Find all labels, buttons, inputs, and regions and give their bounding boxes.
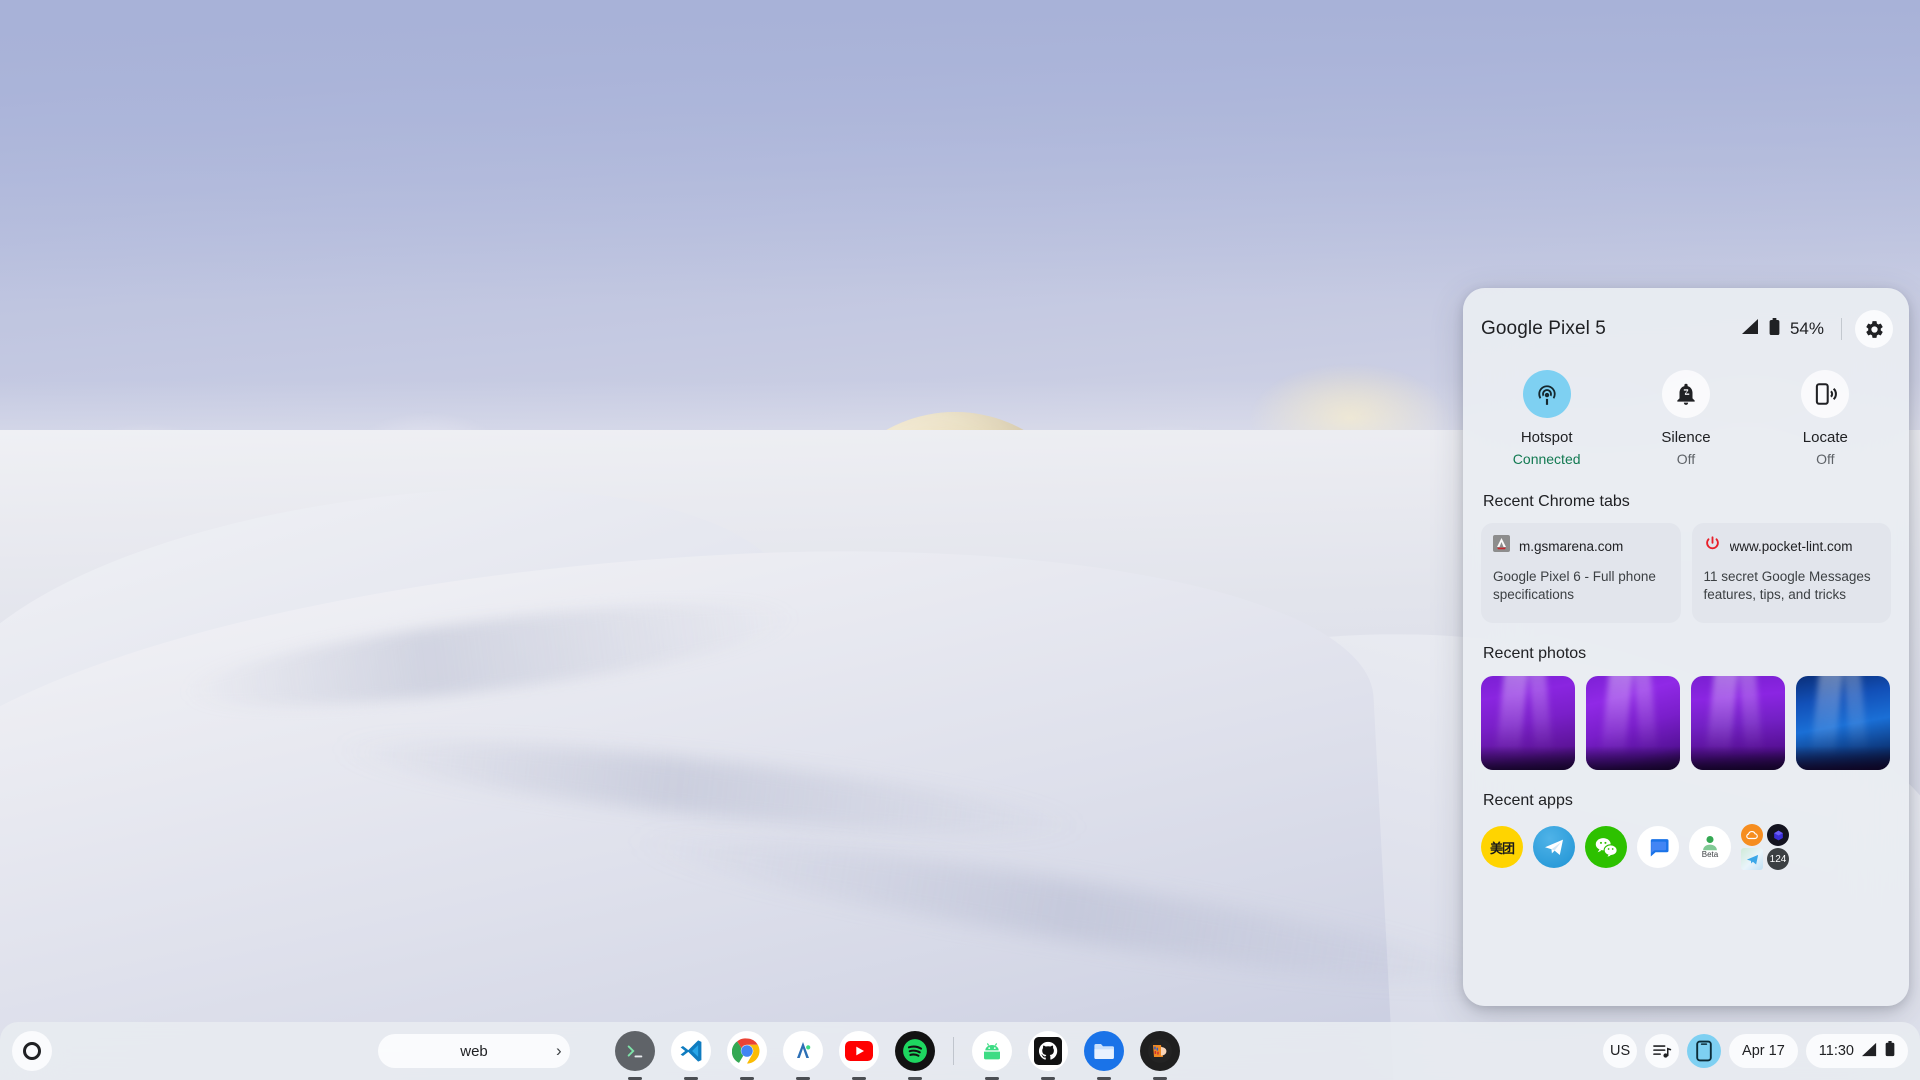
- keyboard-layout-label: US: [1609, 1043, 1631, 1059]
- quick-action-state: Off: [1816, 451, 1835, 467]
- battery-icon: [1885, 1041, 1895, 1061]
- recent-apps-row: 美团 Beta 124: [1463, 810, 1909, 870]
- shelf-app-chrome[interactable]: [726, 1030, 768, 1080]
- chevron-right-icon[interactable]: ›: [556, 1041, 562, 1061]
- chrome-tabs-row: m.gsmarena.com Google Pixel 6 - Full pho…: [1463, 511, 1909, 623]
- chrome-tab-url: www.pocket-lint.com: [1729, 538, 1853, 554]
- quick-action-hotspot[interactable]: Hotspot Connected: [1477, 370, 1616, 467]
- shelf-app-terminal[interactable]: [614, 1030, 656, 1080]
- app-overflow-count[interactable]: 124: [1767, 848, 1789, 870]
- pocket-lint-favicon: [1704, 535, 1721, 557]
- android-studio-icon: [783, 1031, 823, 1071]
- app-icon-telegram-small[interactable]: [1741, 848, 1763, 870]
- vscode-icon: [671, 1031, 711, 1071]
- app-icon-meituan[interactable]: 美团: [1481, 826, 1523, 868]
- phone-hub-icon[interactable]: [1687, 1034, 1722, 1068]
- signal-bars-icon: [1741, 318, 1760, 340]
- battery-percent: 54%: [1789, 319, 1824, 338]
- device-name: Google Pixel 5: [1481, 318, 1606, 339]
- files-icon: [1084, 1031, 1124, 1071]
- shelf: web › US Apr 17 11:30: [0, 1022, 1920, 1080]
- shelf-app-android-studio[interactable]: [782, 1030, 824, 1080]
- gear-icon[interactable]: [1855, 310, 1893, 348]
- github-icon: [1028, 1031, 1068, 1071]
- chrome-tab-head: m.gsmarena.com: [1493, 535, 1669, 557]
- app-icon-telegram[interactable]: [1533, 826, 1575, 868]
- chrome-tab-head: www.pocket-lint.com: [1704, 535, 1880, 557]
- chrome-tab-title: 11 secret Google Messages features, tips…: [1703, 569, 1871, 602]
- chrome-icon: [727, 1031, 767, 1071]
- keyboard-layout-button[interactable]: US: [1603, 1034, 1638, 1068]
- shelf-app-media[interactable]: [1139, 1030, 1181, 1080]
- shelf-app-android-apps[interactable]: [971, 1030, 1013, 1080]
- app-icon-contacts-beta[interactable]: Beta: [1689, 826, 1731, 868]
- app-icon-cube[interactable]: [1767, 824, 1789, 846]
- quick-action-label: Locate: [1802, 429, 1848, 446]
- header-divider: [1841, 318, 1842, 340]
- shelf-app-youtube[interactable]: [838, 1030, 880, 1080]
- app-icon-cloud[interactable]: [1741, 824, 1763, 846]
- quick-action-label: Silence: [1661, 429, 1711, 446]
- launcher-dot: [23, 1042, 41, 1060]
- recent-photo-thumbnail[interactable]: [1586, 676, 1680, 770]
- quick-actions-row: Hotspot Connected Silence Off Locate Off: [1463, 354, 1909, 471]
- app-overflow-cluster[interactable]: 124: [1741, 824, 1793, 870]
- shelf-app-spotify[interactable]: [894, 1030, 936, 1080]
- shelf-app-files[interactable]: [1083, 1030, 1125, 1080]
- youtube-icon: [839, 1031, 879, 1071]
- notifications-paused-icon: [1661, 370, 1710, 418]
- clock-status-button[interactable]: 11:30: [1805, 1034, 1908, 1068]
- recent-photo-thumbnail[interactable]: [1481, 676, 1575, 770]
- gsmarena-favicon: [1493, 535, 1510, 557]
- shelf-app-github[interactable]: [1027, 1030, 1069, 1080]
- shelf-app-vscode[interactable]: [670, 1030, 712, 1080]
- status-area: US Apr 17 11:30: [1603, 1034, 1908, 1068]
- android-icon: [972, 1031, 1012, 1071]
- chrome-tab-url: m.gsmarena.com: [1519, 538, 1624, 554]
- date-button[interactable]: Apr 17: [1729, 1034, 1798, 1068]
- media-app-icon: [1140, 1031, 1180, 1071]
- phone-locate-icon: [1801, 370, 1850, 418]
- quick-action-state: Connected: [1512, 451, 1581, 467]
- app-overflow-count-label: 124: [1769, 853, 1787, 865]
- spotify-icon: [895, 1031, 935, 1071]
- quick-action-state: Off: [1676, 451, 1696, 467]
- device-status-group: 54%: [1741, 310, 1893, 348]
- time-label: 11:30: [1818, 1043, 1854, 1059]
- signal-bars-icon: [1861, 1042, 1878, 1061]
- recent-photos-row: [1463, 663, 1909, 770]
- photos-section-title: Recent photos: [1483, 645, 1587, 662]
- recent-photo-thumbnail[interactable]: [1691, 676, 1785, 770]
- phone-hub-header: Google Pixel 5 54%: [1463, 288, 1909, 354]
- search-input[interactable]: web: [378, 1034, 570, 1068]
- shelf-app-list: [614, 1030, 1181, 1080]
- app-label-beta: Beta: [1701, 850, 1719, 859]
- phone-hub-panel[interactable]: Google Pixel 5 54% Hotspot Connected Sil…: [1463, 288, 1909, 1006]
- quick-action-locate[interactable]: Locate Off: [1756, 370, 1895, 467]
- playlist-music-icon[interactable]: [1645, 1034, 1680, 1068]
- chrome-tab-card[interactable]: m.gsmarena.com Google Pixel 6 - Full pho…: [1481, 523, 1681, 623]
- quick-action-silence[interactable]: Silence Off: [1616, 370, 1755, 467]
- chrome-tabs-section-title: Recent Chrome tabs: [1483, 493, 1630, 510]
- search-value: web: [460, 1042, 488, 1060]
- chrome-tab-card[interactable]: www.pocket-lint.com 11 secret Google Mes…: [1691, 523, 1891, 623]
- wifi-tethering-icon: [1522, 370, 1571, 418]
- apps-section-title: Recent apps: [1483, 792, 1573, 809]
- shelf-divider: [953, 1037, 954, 1065]
- recent-photo-thumbnail[interactable]: [1796, 676, 1890, 770]
- app-icon-google-messages[interactable]: [1637, 826, 1679, 868]
- date-label: Apr 17: [1742, 1043, 1785, 1059]
- quick-action-label: Hotspot: [1520, 429, 1573, 446]
- chrome-tab-title: Google Pixel 6 - Full phone specificatio…: [1493, 569, 1656, 602]
- app-icon-wechat[interactable]: [1585, 826, 1627, 868]
- terminal-icon: [615, 1031, 655, 1071]
- app-label-meituan: 美团: [1489, 840, 1515, 856]
- battery-icon: [1769, 317, 1780, 341]
- launcher-circle-icon[interactable]: [12, 1031, 52, 1071]
